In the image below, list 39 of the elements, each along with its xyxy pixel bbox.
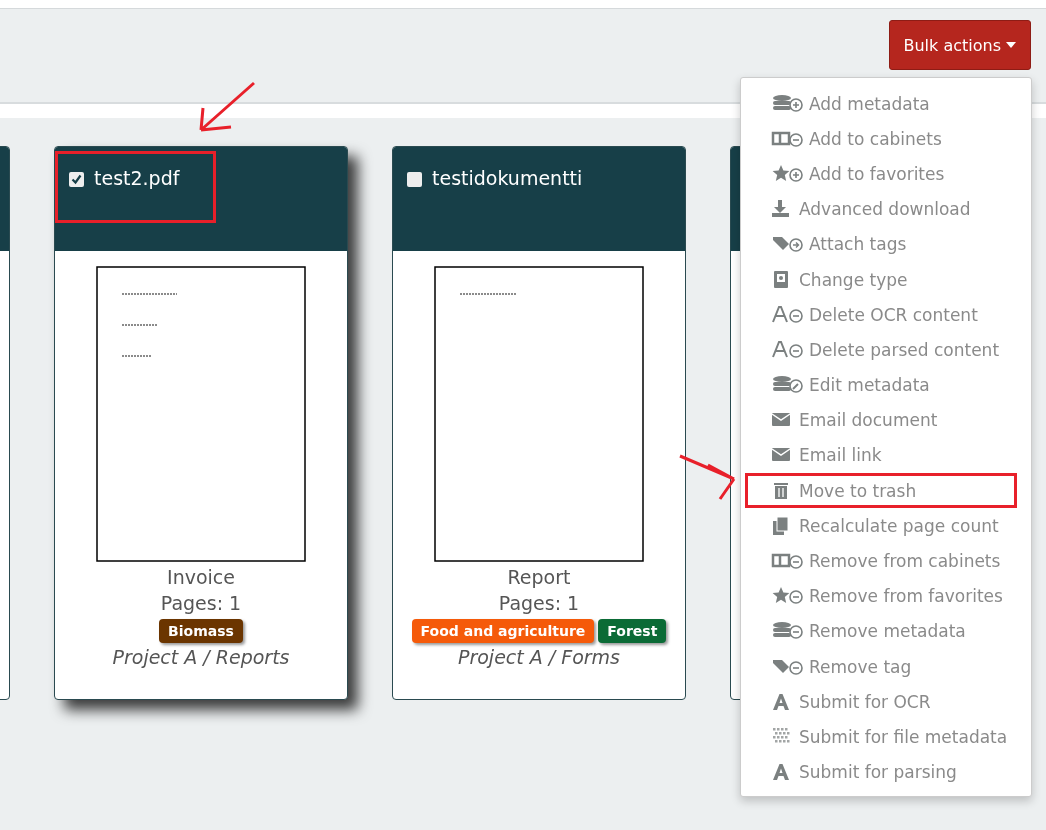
- menu-item[interactable]: Delete OCR content: [745, 297, 1017, 333]
- tag-label: Food and agriculture: [411, 619, 595, 643]
- tag-label: Forest: [598, 619, 667, 643]
- menu-item[interactable]: Change type: [745, 261, 1017, 298]
- caret-icon: [1006, 42, 1016, 48]
- bulk-actions-button[interactable]: Bulk actions: [888, 20, 1031, 70]
- document-location: Project A / Reports: [112, 646, 290, 668]
- menu-item[interactable]: Email document: [745, 402, 1017, 438]
- annotation-arrow: [678, 453, 738, 501]
- menu-item[interactable]: Remove metadata: [745, 613, 1017, 649]
- menu-item[interactable]: Email link: [745, 437, 1017, 474]
- menu-item[interactable]: Add to favorites: [745, 156, 1017, 192]
- menu-item[interactable]: Remove from favorites: [745, 578, 1017, 614]
- menu-item[interactable]: Remove from cabinets: [745, 543, 1017, 579]
- menu-item[interactable]: Edit metadata: [745, 367, 1017, 403]
- page-count: Pages: 1: [160, 592, 242, 614]
- document-type: Invoice: [167, 566, 235, 588]
- page-count: Pages: 1: [498, 592, 580, 614]
- menu-item[interactable]: Submit for parsing: [745, 754, 1017, 790]
- menu-item[interactable]: Delete parsed content: [745, 332, 1017, 368]
- menu-item[interactable]: Move to trash: [745, 473, 1017, 509]
- tag-label: Biomass: [159, 619, 243, 643]
- select-checkbox[interactable]: [407, 172, 422, 187]
- menu-item[interactable]: Recalculate page count: [745, 508, 1017, 544]
- menu-item[interactable]: Add to cabinets: [745, 121, 1017, 157]
- menu-item[interactable]: Submit for OCR: [745, 684, 1017, 720]
- menu-item[interactable]: Submit for file metadata: [745, 719, 1017, 755]
- menu-item[interactable]: Advanced download: [745, 191, 1017, 227]
- select-checkbox[interactable]: [69, 172, 84, 187]
- letter-minus-icon: [771, 338, 805, 361]
- document-title[interactable]: test2.pdf: [94, 167, 180, 189]
- menu-item[interactable]: Attach tags: [745, 226, 1017, 262]
- menu-item[interactable]: Remove tag: [745, 649, 1017, 685]
- letter-minus-icon: [771, 303, 805, 326]
- database-plus-icon: [771, 92, 805, 115]
- document-location: Project A / Forms: [457, 646, 621, 668]
- menu-item[interactable]: Add metadata: [745, 86, 1017, 122]
- document-type: Report: [507, 566, 571, 588]
- document-title[interactable]: testidokumentti: [432, 167, 583, 189]
